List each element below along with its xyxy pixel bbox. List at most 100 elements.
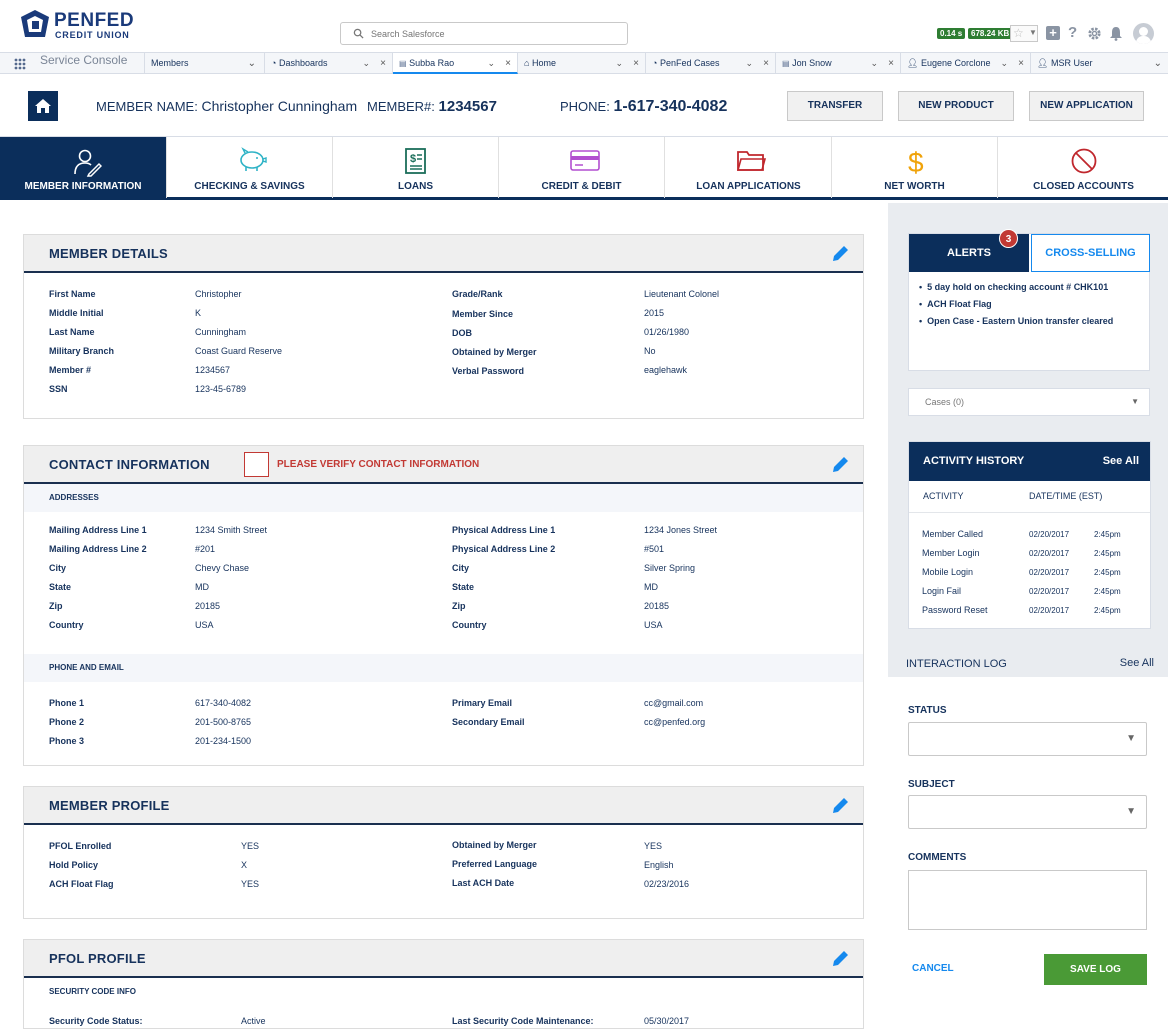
chevron-down-icon[interactable]: ⌄ (745, 53, 753, 74)
penfed-logo[interactable]: PENFED CREDIT UNION (20, 9, 138, 41)
activity-name[interactable]: Member Login (922, 548, 980, 558)
top-bar: PENFED CREDIT UNION 0.14 s 678.24 KB ☆ ▼… (0, 0, 1168, 52)
tab-msr-user[interactable]: 👤︎ MSR User ⌄ (1031, 53, 1168, 74)
verify-checkbox[interactable] (244, 452, 269, 477)
alert-text: ACH Float Flag (927, 299, 992, 309)
tab-subba-rao[interactable]: ▤ Subba Rao ⌄ × (393, 53, 518, 74)
favorites-button[interactable]: ☆ ▼ (1010, 25, 1038, 42)
edit-pencil-icon[interactable] (830, 455, 850, 475)
close-icon[interactable]: × (1018, 53, 1024, 74)
activity-date: 02/20/2017 (1029, 549, 1070, 558)
alert-item[interactable]: • ACH Float Flag (919, 299, 992, 309)
nav-checking-savings[interactable]: CHECKING & SAVINGS (167, 137, 333, 198)
field-label: Mailing Address Line 2 (49, 544, 147, 554)
chevron-down-icon[interactable]: ⌄ (870, 53, 878, 74)
bell-icon[interactable] (1109, 26, 1123, 41)
activity-date: 02/20/2017 (1029, 568, 1070, 577)
chevron-down-icon[interactable]: ⌄ (362, 53, 370, 74)
new-product-button[interactable]: NEW PRODUCT (898, 91, 1014, 121)
dashboard-icon: ◔ (271, 58, 277, 68)
field-label: ACH Float Flag (49, 879, 114, 889)
user-avatar[interactable] (1133, 23, 1154, 44)
help-icon[interactable]: ? (1068, 24, 1077, 41)
app-launcher-icon (14, 58, 26, 70)
size-stat: 678.24 KB (968, 28, 1013, 39)
edit-pencil-icon[interactable] (830, 949, 850, 969)
record-icon: ▤ (399, 59, 407, 68)
save-log-button[interactable]: SAVE LOG (1044, 954, 1147, 985)
document-dollar-icon: $ (405, 148, 426, 174)
activity-see-all-link[interactable]: See All (1103, 455, 1139, 467)
nav-loans[interactable]: $ LOANS (333, 137, 499, 198)
nav-loan-applications[interactable]: LOAN APPLICATIONS (666, 137, 832, 198)
close-icon[interactable]: × (633, 53, 639, 74)
field-value: 617-340-4082 (195, 698, 252, 708)
member-phone-label: PHONE: (560, 99, 610, 114)
person-icon: 👤︎ (907, 58, 919, 68)
nav-label: NET WORTH (884, 181, 945, 192)
edit-pencil-icon[interactable] (830, 244, 850, 264)
chevron-down-icon[interactable]: ⌄ (615, 53, 623, 74)
chevron-down-icon[interactable]: ⌄ (248, 53, 256, 74)
search-box[interactable] (340, 22, 628, 45)
chevron-down-icon[interactable]: ⌄ (1154, 53, 1162, 74)
tab-penfed-cases[interactable]: ◔ PenFed Cases ⌄ × (646, 53, 776, 74)
close-icon[interactable]: × (380, 53, 386, 74)
close-icon[interactable]: × (763, 53, 769, 74)
nav-net-worth[interactable]: $ NET WORTH (832, 137, 998, 198)
status-select[interactable]: ▼ (908, 722, 1147, 756)
activity-name[interactable]: Login Fail (922, 586, 961, 596)
caret-down-icon: ▼ (1126, 806, 1136, 817)
new-application-button[interactable]: NEW APPLICATION (1029, 91, 1144, 121)
cancel-button[interactable]: CANCEL (912, 963, 954, 974)
section-title: CONTACT INFORMATION (49, 457, 210, 472)
record-icon: ▤ (782, 59, 790, 68)
nav-member-information[interactable]: MEMBER INFORMATION (0, 137, 167, 198)
add-icon[interactable]: + (1046, 26, 1060, 40)
edit-pencil-icon[interactable] (830, 796, 850, 816)
tab-home[interactable]: ⌂ Home ⌄ × (518, 53, 646, 74)
field-label: Phone 2 (49, 717, 85, 727)
field-value: Christopher (195, 289, 242, 299)
alert-item[interactable]: • 5 day hold on checking account # CHK10… (919, 282, 1108, 292)
tab-dashboards[interactable]: ◔ Dashboards ⌄ × (265, 53, 393, 74)
field-value: cc@penfed.org (644, 717, 706, 727)
chevron-down-icon[interactable]: ⌄ (487, 53, 495, 74)
cases-label: Cases (0) (925, 397, 965, 407)
close-icon[interactable]: × (888, 53, 894, 74)
field-value: Lieutenant Colonel (644, 289, 720, 299)
tab-cross-selling[interactable]: CROSS-SELLING (1031, 234, 1150, 272)
tab-label: Dashboards (278, 58, 328, 68)
activity-name[interactable]: Password Reset (922, 605, 988, 615)
app-launcher[interactable]: Service Console (0, 53, 145, 74)
interaction-log-see-all-link[interactable]: See All (1120, 657, 1154, 669)
home-button[interactable] (28, 91, 58, 121)
nav-closed-accounts[interactable]: CLOSED ACCOUNTS (999, 137, 1168, 198)
search-input[interactable] (371, 26, 621, 42)
nav-label: CREDIT & DEBIT (541, 181, 622, 192)
subject-select[interactable]: ▼ (908, 795, 1147, 829)
transfer-button[interactable]: TRANSFER (787, 91, 883, 121)
field-label: State (49, 582, 72, 592)
close-icon[interactable]: × (505, 53, 511, 74)
comments-textarea[interactable] (908, 870, 1147, 930)
tab-alerts[interactable]: ALERTS 3 (909, 229, 1029, 272)
field-value: USA (195, 620, 214, 630)
member-number: MEMBER#: 1234567 (367, 98, 497, 115)
interaction-log-title: INTERACTION LOG (906, 658, 1007, 670)
tab-members[interactable]: Members ⌄ (145, 53, 265, 74)
activity-name[interactable]: Mobile Login (922, 567, 973, 577)
cases-dropdown[interactable]: Cases (0) ▼ (908, 388, 1150, 416)
activity-name[interactable]: Member Called (922, 529, 983, 539)
gear-icon[interactable] (1087, 26, 1102, 41)
chevron-down-icon[interactable]: ⌄ (1000, 53, 1008, 74)
tab-label: Members (151, 58, 189, 68)
field-value: MD (644, 582, 658, 592)
nav-label: LOAN APPLICATIONS (696, 181, 801, 192)
alert-item[interactable]: • Open Case - Eastern Union transfer cle… (919, 316, 1113, 326)
field-label: Phone 3 (49, 736, 85, 746)
alerts-panel: ALERTS 3 CROSS-SELLING • 5 day hold on c… (908, 229, 1150, 371)
nav-credit-debit[interactable]: CREDIT & DEBIT (499, 137, 665, 198)
tab-jon-snow[interactable]: ▤ Jon Snow ⌄ × (776, 53, 901, 74)
tab-eugene-corclone[interactable]: 👤︎ Eugene Corclone ⌄ × (901, 53, 1031, 74)
